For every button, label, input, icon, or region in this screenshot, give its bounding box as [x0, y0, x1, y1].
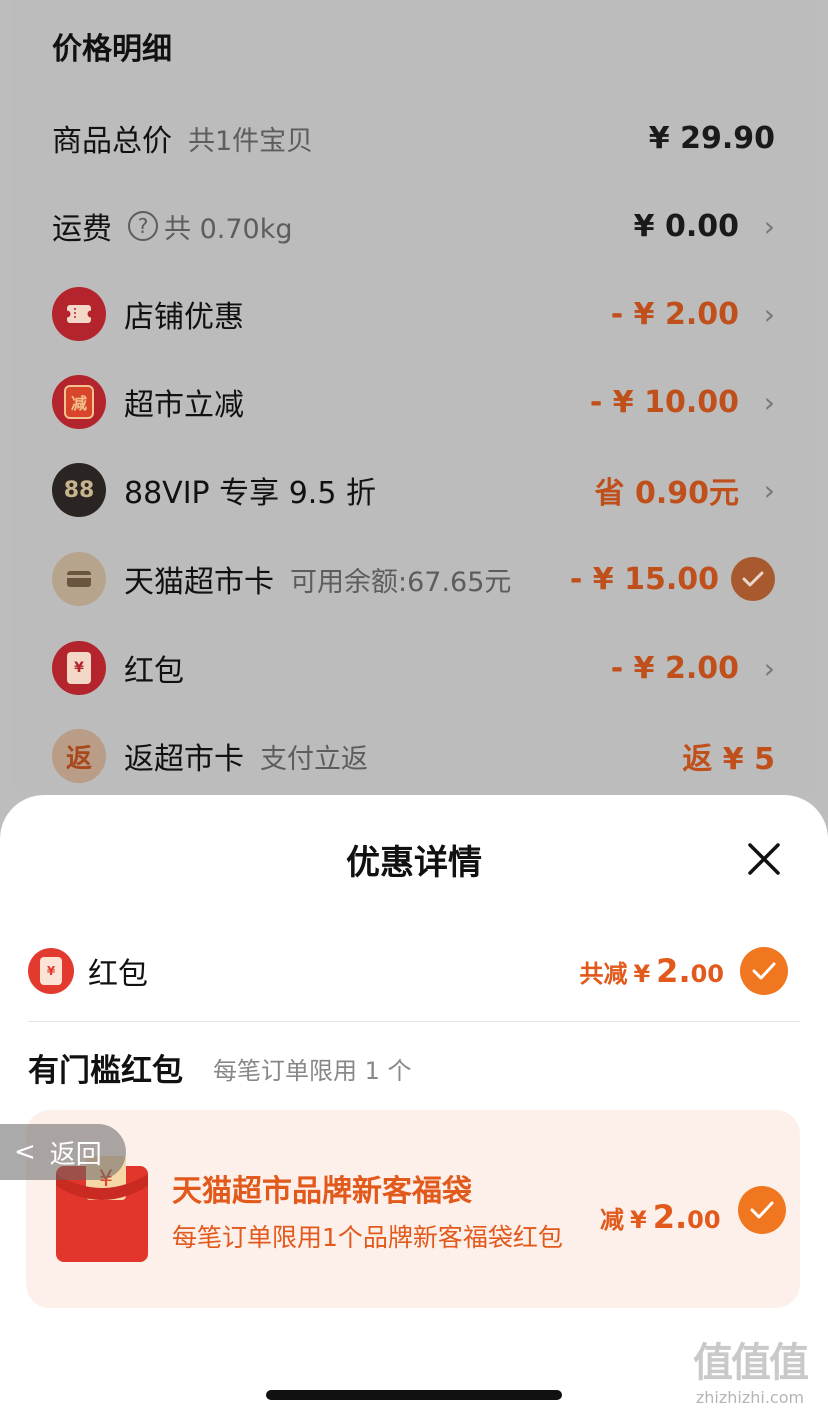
chevron-right-icon: › — [763, 473, 775, 507]
vip-row[interactable]: 88 88VIP 专享 9.5 折 省 0.90元 › — [52, 460, 775, 520]
divider — [28, 1021, 800, 1022]
red-packet-title: 红包 — [88, 957, 148, 992]
market-cut-row[interactable]: 减 超市立减 - ¥ 10.00 › — [52, 372, 775, 432]
goods-total-row: 商品总价 共1件宝贝 ¥ 29.90 — [52, 108, 775, 168]
vip-label: 88VIP 专享 9.5 折 — [124, 476, 376, 511]
back-label: 返回 — [49, 1139, 102, 1170]
shipping-weight: 共 0.70kg — [164, 213, 293, 245]
red-packet-total-row: ¥ 红包 共减 ¥ 2. 00 — [28, 943, 788, 999]
watermark: 值值值 zhizhizhi.com — [693, 1340, 809, 1407]
vip-saving: 省 0.90元 — [594, 476, 739, 511]
shipping-row[interactable]: 运费 ? 共 0.70kg ¥ 0.00 › — [52, 196, 775, 256]
section-subtitle: 每笔订单限用 1 个 — [213, 1057, 412, 1085]
chevron-right-icon: › — [763, 209, 775, 243]
coupon-name: 天猫超市品牌新客福袋 — [172, 1174, 472, 1209]
reduce-icon: 减 — [52, 375, 106, 429]
discount-detail-sheet: 优惠详情 ¥ 红包 共减 ¥ 2. 00 有门槛红包 每笔订单限用 1 个 ¥ 天… — [0, 795, 828, 1419]
chevron-left-icon: < — [14, 1137, 36, 1167]
red-packet-label: 红包 — [124, 654, 184, 689]
back-button[interactable]: < 返回 — [0, 1124, 126, 1180]
goods-total-label: 商品总价 — [52, 124, 172, 159]
checkmark-icon[interactable] — [740, 947, 788, 995]
sheet-title: 优惠详情 — [346, 843, 482, 883]
cashback-row: 返 返超市卡 支付立返 返 ¥ 5 — [52, 726, 775, 786]
shipping-amount: ¥ 0.00 — [633, 208, 739, 244]
market-cut-label: 超市立减 — [124, 388, 244, 423]
checkmark-icon[interactable] — [731, 557, 775, 601]
red-packet-icon: ¥ — [52, 641, 106, 695]
market-card-balance: 可用余额:67.65元 — [290, 566, 512, 598]
goods-total-amount: ¥ 29.90 — [648, 120, 775, 156]
section-title: 有门槛红包 — [28, 1053, 183, 1089]
market-cut-amount: - ¥ 10.00 — [589, 384, 739, 420]
shop-discount-amount: - ¥ 2.00 — [610, 296, 739, 332]
price-detail-title: 价格明细 — [52, 32, 172, 67]
close-icon[interactable] — [744, 839, 784, 879]
shop-discount-row[interactable]: 店铺优惠 - ¥ 2.00 › — [52, 284, 775, 344]
market-card-row[interactable]: 天猫超市卡 可用余额:67.65元 - ¥ 15.00 — [52, 549, 775, 609]
goods-total-count: 共1件宝贝 — [188, 125, 314, 157]
cashback-label: 返超市卡 — [124, 742, 244, 777]
price-detail-card: 价格明细 商品总价 共1件宝贝 ¥ 29.90 运费 ? 共 0.70kg ¥ … — [12, 0, 815, 800]
cashback-sub: 支付立返 — [260, 743, 368, 775]
vip-88-icon: 88 — [52, 463, 106, 517]
market-card-amount: - ¥ 15.00 — [569, 561, 719, 597]
shipping-label: 运费 — [52, 212, 112, 247]
red-packet-icon: ¥ — [28, 948, 74, 994]
shop-discount-label: 店铺优惠 — [124, 300, 244, 335]
chevron-right-icon: › — [763, 297, 775, 331]
coupon-description: 每笔订单限用1个品牌新客福袋红包 — [172, 1223, 563, 1252]
home-indicator[interactable] — [266, 1390, 562, 1400]
help-icon[interactable]: ? — [128, 211, 158, 241]
ticket-icon — [52, 287, 106, 341]
red-packet-amount: - ¥ 2.00 — [610, 650, 739, 686]
coupon-amount: 减 ¥ 2. 00 — [600, 1198, 721, 1236]
card-icon — [52, 552, 106, 606]
market-card-label: 天猫超市卡 — [124, 565, 274, 600]
cashback-amount: 返 ¥ 5 — [682, 742, 775, 777]
total-discount: 共减 ¥ 2. 00 — [579, 952, 724, 990]
coupon-card[interactable]: ¥ 天猫超市品牌新客福袋 每笔订单限用1个品牌新客福袋红包 减 ¥ 2. 00 — [26, 1110, 800, 1308]
checkmark-icon[interactable] — [738, 1186, 786, 1234]
chevron-right-icon: › — [763, 651, 775, 685]
red-packet-row-bg[interactable]: ¥ 红包 - ¥ 2.00 › — [52, 638, 775, 698]
cashback-icon: 返 — [52, 729, 106, 783]
chevron-right-icon: › — [763, 385, 775, 419]
